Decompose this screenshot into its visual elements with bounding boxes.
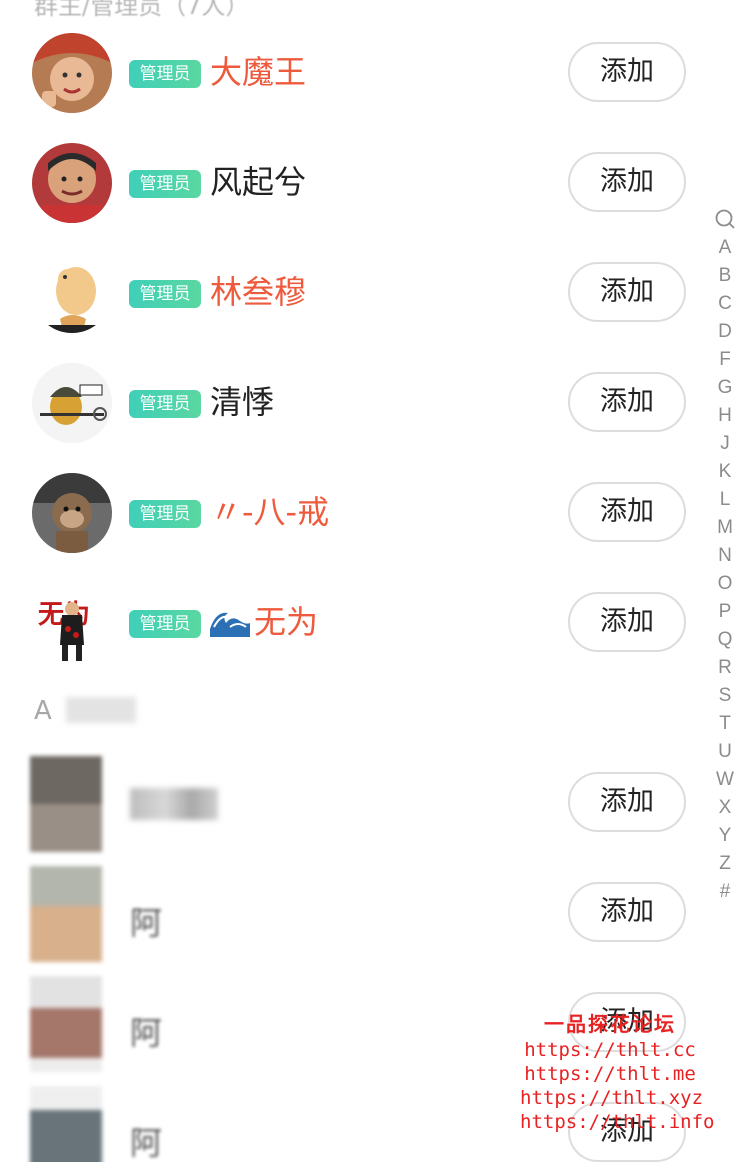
- index-letter[interactable]: B: [719, 262, 732, 290]
- member-name: 无为: [210, 602, 318, 642]
- add-friend-button[interactable]: 添加: [568, 152, 686, 212]
- member-name-text: 无为: [254, 603, 319, 641]
- index-letter[interactable]: U: [718, 738, 732, 766]
- index-letter[interactable]: T: [719, 710, 731, 738]
- avatar[interactable]: 无为: [32, 583, 112, 663]
- member-name: 清悸: [210, 383, 275, 421]
- member-row[interactable]: 添加: [0, 748, 700, 858]
- member-name: [130, 788, 218, 820]
- section-header-a: A: [34, 696, 136, 726]
- index-letter[interactable]: A: [719, 234, 732, 262]
- index-letter[interactable]: Z: [719, 850, 731, 878]
- watermark: 一品探花论坛 https://thlt.cc https://thlt.me h…: [520, 1010, 715, 1134]
- admin-badge: 管理员: [129, 280, 201, 308]
- index-letter[interactable]: G: [718, 374, 733, 402]
- member-name: 阿: [130, 904, 163, 942]
- add-friend-button[interactable]: 添加: [568, 42, 686, 102]
- member-name: 林叁穆: [210, 273, 307, 311]
- index-letter[interactable]: C: [718, 290, 732, 318]
- add-friend-button[interactable]: 添加: [568, 482, 686, 542]
- member-row[interactable]: 管理员 清悸 添加: [0, 348, 700, 458]
- blurred-count: [65, 697, 136, 723]
- add-friend-button[interactable]: 添加: [568, 262, 686, 322]
- admin-badge: 管理员: [129, 60, 201, 88]
- search-icon[interactable]: [711, 206, 739, 234]
- alphabet-index[interactable]: A B C D F G H J K L M N O P Q R S T U W …: [711, 206, 739, 906]
- index-letter[interactable]: X: [719, 794, 732, 822]
- avatar[interactable]: [30, 866, 102, 962]
- index-letter[interactable]: W: [716, 766, 734, 794]
- member-row[interactable]: 阿 添加: [0, 858, 700, 968]
- member-row[interactable]: 无为 管理员 无为 添加: [0, 568, 700, 678]
- member-row[interactable]: 管理员 风起兮 添加: [0, 128, 700, 238]
- index-letter[interactable]: L: [720, 486, 731, 514]
- index-letter[interactable]: Q: [718, 626, 733, 654]
- avatar[interactable]: [32, 33, 112, 113]
- member-row[interactable]: 管理员 林叁穆 添加: [0, 238, 700, 348]
- index-letter[interactable]: N: [718, 542, 732, 570]
- admin-badge: 管理员: [129, 610, 201, 638]
- member-row[interactable]: 管理员 〃-八-戒 添加: [0, 458, 700, 568]
- index-letter[interactable]: H: [718, 402, 732, 430]
- member-name: 风起兮: [210, 163, 307, 201]
- member-name: 阿: [130, 1014, 163, 1052]
- index-letter[interactable]: S: [719, 682, 732, 710]
- member-row[interactable]: 管理员 大魔王 添加: [0, 18, 700, 128]
- group-member-list-screen: 群主/管理员（7人） 管理员 大魔王 添加 管理员 风起兮 添加 管理员 林叁穆…: [0, 0, 750, 1162]
- watermark-title: 一品探花论坛: [544, 1012, 676, 1036]
- member-name: 〃-八-戒: [210, 493, 330, 531]
- index-letter[interactable]: P: [719, 598, 732, 626]
- watermark-url: https://thlt.info: [520, 1111, 715, 1133]
- index-letter[interactable]: R: [718, 654, 732, 682]
- member-name: 大魔王: [210, 53, 307, 91]
- add-friend-button[interactable]: 添加: [568, 372, 686, 432]
- index-letter[interactable]: K: [719, 458, 732, 486]
- index-letter[interactable]: M: [717, 514, 733, 542]
- admin-badge: 管理员: [129, 390, 201, 418]
- add-friend-button[interactable]: 添加: [568, 882, 686, 942]
- index-letter[interactable]: O: [718, 570, 733, 598]
- avatar[interactable]: [32, 363, 112, 443]
- admin-badge: 管理员: [129, 170, 201, 198]
- member-name: 阿: [130, 1124, 163, 1162]
- add-friend-button[interactable]: 添加: [568, 772, 686, 832]
- wave-icon: [210, 603, 250, 637]
- watermark-url: https://thlt.xyz: [520, 1087, 704, 1109]
- avatar[interactable]: [30, 976, 102, 1072]
- index-letter[interactable]: #: [720, 878, 731, 906]
- avatar[interactable]: [32, 253, 112, 333]
- watermark-url: https://thlt.cc: [524, 1039, 696, 1061]
- index-letter[interactable]: D: [718, 318, 732, 346]
- avatar[interactable]: [30, 756, 102, 852]
- section-letter: A: [34, 696, 52, 726]
- avatar[interactable]: [30, 1086, 102, 1162]
- index-letter[interactable]: Y: [719, 822, 732, 850]
- watermark-url: https://thlt.me: [524, 1063, 696, 1085]
- add-friend-button[interactable]: 添加: [568, 592, 686, 652]
- index-letter[interactable]: J: [720, 430, 730, 458]
- avatar[interactable]: [32, 143, 112, 223]
- admin-badge: 管理员: [129, 500, 201, 528]
- avatar[interactable]: [32, 473, 112, 553]
- index-letter[interactable]: F: [719, 346, 731, 374]
